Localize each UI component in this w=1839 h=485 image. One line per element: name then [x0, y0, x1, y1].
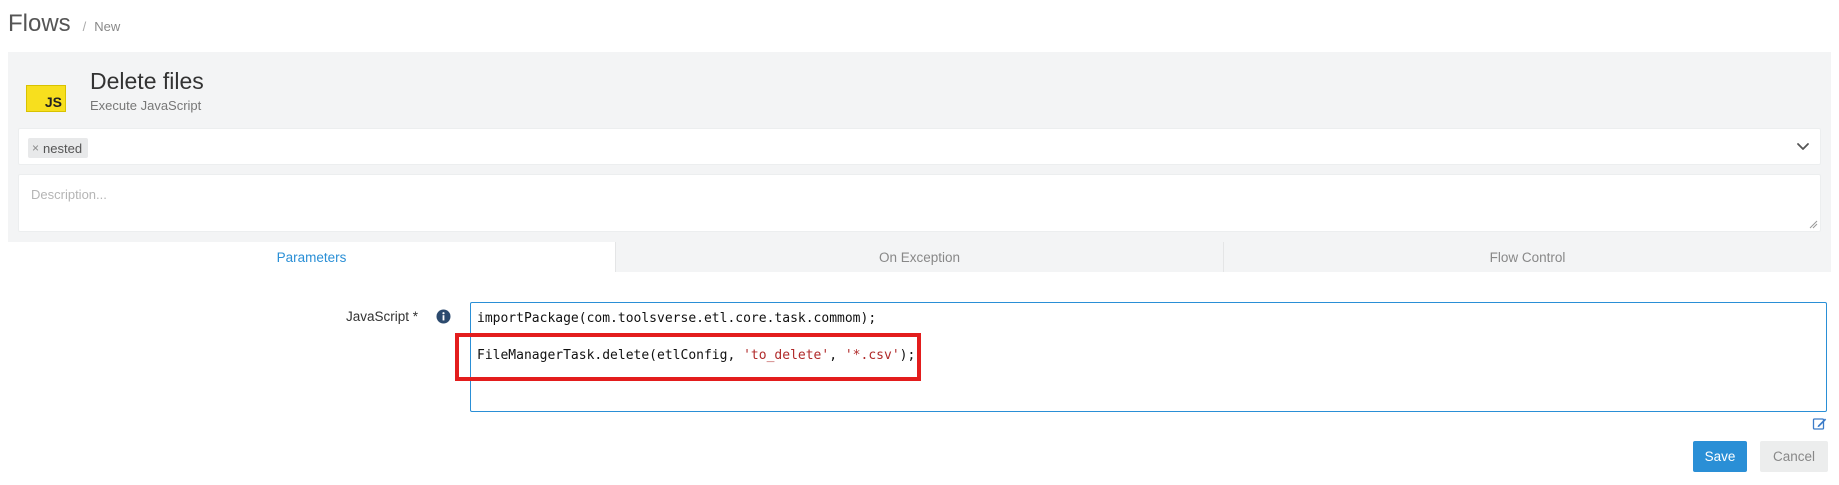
tag-chip: × nested: [28, 138, 89, 158]
breadcrumb-separator: /: [82, 19, 87, 34]
javascript-logo-icon: JS: [26, 85, 66, 112]
description-placeholder: Description...: [31, 187, 107, 202]
javascript-logo-text: JS: [44, 94, 62, 110]
tab-flow-control[interactable]: Flow Control: [1223, 242, 1831, 272]
breadcrumb: Flows / New: [8, 10, 120, 38]
save-button[interactable]: Save: [1693, 441, 1747, 472]
chevron-down-icon[interactable]: [1794, 137, 1812, 155]
javascript-label: JavaScript *: [346, 309, 419, 324]
code-line-1: importPackage(com.toolsverse.etl.core.ta…: [477, 311, 877, 326]
tag-label: nested: [43, 140, 83, 156]
resize-handle-icon[interactable]: [1808, 219, 1818, 229]
tab-parameters[interactable]: Parameters: [8, 242, 615, 272]
tags-select[interactable]: × nested: [18, 128, 1821, 165]
tab-on-exception[interactable]: On Exception: [615, 242, 1223, 272]
cancel-button[interactable]: Cancel: [1760, 441, 1828, 472]
task-header: JS Delete files Execute JavaScript: [26, 68, 204, 113]
info-icon[interactable]: [436, 309, 451, 324]
description-field[interactable]: Description...: [18, 174, 1821, 232]
task-titles: Delete files Execute JavaScript: [90, 68, 204, 113]
task-panel: JS Delete files Execute JavaScript × nes…: [8, 52, 1831, 242]
edit-icon[interactable]: [1812, 416, 1827, 431]
task-type: Execute JavaScript: [90, 97, 202, 113]
breadcrumb-current: New: [94, 19, 121, 34]
tag-remove-icon[interactable]: ×: [32, 141, 39, 155]
tab-bar: Parameters On Exception Flow Control: [8, 242, 1831, 272]
task-name: Delete files: [90, 68, 204, 94]
annotation-highlight-box: [455, 333, 921, 381]
breadcrumb-root[interactable]: Flows: [8, 10, 71, 38]
